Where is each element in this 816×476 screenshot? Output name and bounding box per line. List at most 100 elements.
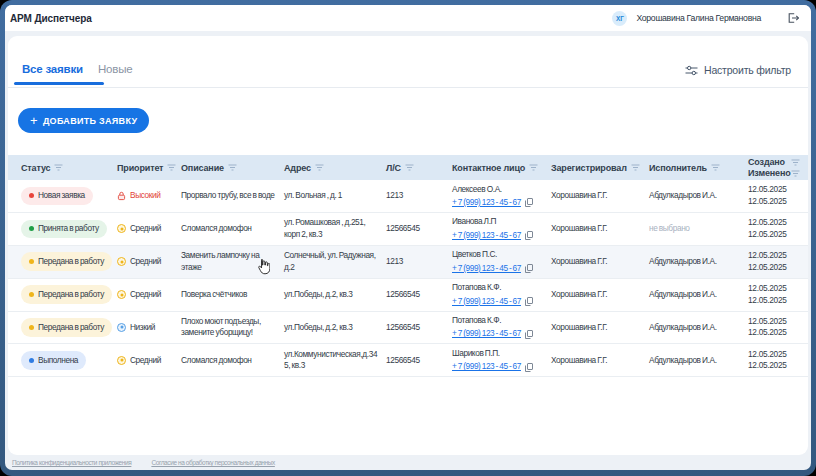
column-header-account[interactable]: Л/С [386,163,452,173]
copy-icon[interactable] [525,231,533,240]
contact-phone-link[interactable]: + 7 (999) 123 - 45 - 67 [452,296,521,307]
contact-cell: Цветков П.С. + 7 (999) 123 - 45 - 67 [452,249,551,274]
priority-medium-icon [117,355,126,365]
contact-cell: Алексеев О.А. + 7 (999) 123 - 45 - 67 [452,184,551,209]
filter-icon [54,164,63,171]
registered-by-cell: Хорошавина Г.Г. [551,190,649,201]
description-cell: Поверка счётчиков [181,289,284,300]
contact-phone-link[interactable]: + 7 (999) 123 - 45 - 67 [452,328,521,339]
filter-icon [791,159,800,166]
dates-cell: 12.05.202512.05.2025 [748,184,802,208]
priority-cell: Средний [117,223,181,234]
modified-date: 12.05.2025 [748,196,796,208]
filter-icon [228,164,237,171]
column-header-status[interactable]: Статус [21,163,117,173]
copy-icon[interactable] [525,198,533,207]
consent-link[interactable]: Согласие на обработку персональных данны… [151,459,274,466]
status-dot [29,259,34,264]
executor-cell: не выбрано [649,223,748,234]
priority-cell: Средний [117,355,181,366]
registered-by-cell: Хорошавина Г.Г. [551,355,649,366]
status-dot [29,292,34,297]
created-date: 12.05.2025 [748,316,796,328]
table-row[interactable]: Передана в работу Средний Поверка счётчи… [8,279,808,312]
user-name: Хорошавина Галина Германовна [636,13,761,23]
executor-cell: Абдулкадыров И.А. [649,289,748,300]
filter-icon [405,164,414,171]
table-row[interactable]: Передана в работу Низкий Плохо моют подъ… [8,312,808,345]
column-header-executor[interactable]: Исполнитель [649,163,748,173]
copy-icon[interactable] [525,297,533,306]
created-date: 12.05.2025 [748,349,796,361]
column-header-contact[interactable]: Контактное лицо [452,163,551,173]
window-frame: АРМ Диспетчера ХГ Хорошавина Галина Герм… [0,0,816,476]
add-request-button[interactable]: + ДОБАВИТЬ ЗАЯВКУ [18,108,149,133]
copy-icon[interactable] [525,363,533,372]
logout-button[interactable] [787,12,799,24]
account-cell: 1213 [386,256,452,267]
executor-cell: Абдулкадыров И.А. [649,355,748,366]
filter-icon [167,164,176,171]
column-header-description[interactable]: Описание [181,163,284,173]
contact-phone-link[interactable]: + 7 (999) 123 - 45 - 67 [452,230,521,241]
priority-label: Средний [130,256,161,267]
app-title: АРМ Диспетчера [10,13,92,24]
priority-medium-icon [117,224,126,234]
filter-icon [711,164,720,171]
table-body: Новая заявка Высокий Прорвало трубу, все… [8,180,808,377]
status-label: Передана в работу [38,256,104,267]
column-header-address[interactable]: Адрес [284,163,386,173]
requests-table: Статус Приоритет Описание Адрес Л/С Конт… [8,155,808,377]
table-header: Статус Приоритет Описание Адрес Л/С Конт… [8,155,808,180]
table-row[interactable]: Новая заявка Высокий Прорвало трубу, все… [8,180,808,213]
privacy-policy-link[interactable]: Политика конфиденциальности приложения [12,459,131,466]
registered-by-cell: Хорошавина Г.Г. [551,289,649,300]
created-date: 12.05.2025 [748,184,796,196]
priority-medium-icon [117,257,126,267]
priority-cell: Средний [117,256,181,267]
table-row[interactable]: Передана в работу Средний Заменить лампо… [8,246,808,279]
dates-cell: 12.05.202512.05.2025 [748,283,802,307]
contact-cell: Потапова К.Ф. + 7 (999) 123 - 45 - 67 [452,315,551,340]
column-header-registered-by[interactable]: Зарегистрировал [551,163,649,173]
contact-phone-link[interactable]: + 7 (999) 123 - 45 - 67 [452,263,521,274]
contact-cell: Потапова К.Ф. + 7 (999) 123 - 45 - 67 [452,282,551,307]
table-row[interactable]: Принята в работу Средний Сломался домофо… [8,213,808,246]
topbar: АРМ Диспетчера ХГ Хорошавина Галина Герм… [5,5,811,31]
tab-new-requests[interactable]: Новые [98,63,132,75]
description-cell: Сломался домофон [181,223,284,234]
contact-name: Потапова К.Ф. [452,315,501,325]
status-cell: Передана в работу [21,318,117,336]
logout-icon [787,12,799,24]
executor-cell: Абдулкадыров И.А. [649,190,748,201]
priority-label: Средний [130,355,161,366]
copy-icon[interactable] [525,264,533,273]
status-badge: Передана в работу [21,285,112,303]
status-cell: Передана в работу [21,252,117,270]
column-header-priority[interactable]: Приоритет [117,163,181,173]
modified-date: 12.05.2025 [748,262,796,274]
priority-medium-icon [117,290,126,300]
app-background: АРМ Диспетчера ХГ Хорошавина Галина Герм… [5,5,811,470]
footer: Политика конфиденциальности приложения С… [5,455,811,470]
status-dot [29,193,34,198]
mouse-cursor [256,258,270,275]
account-cell: 1213 [386,190,452,201]
status-label: Передана в работу [38,322,104,333]
column-header-created-modified[interactable]: Создано Изменено [748,157,804,178]
status-cell: Выполнена [21,351,117,369]
priority-label: Высокий [130,190,160,201]
user-area: ХГ Хорошавина Галина Германовна [612,11,799,26]
tab-all-requests[interactable]: Все заявки [22,63,83,75]
status-badge: Новая заявка [21,187,93,205]
copy-icon[interactable] [525,330,533,339]
modified-date: 12.05.2025 [748,360,796,372]
contact-phone-link[interactable]: + 7 (999) 123 - 45 - 67 [452,361,521,372]
contact-phone-link[interactable]: + 7 (999) 123 - 45 - 67 [452,197,521,208]
status-dot [29,325,34,330]
account-cell: 12566545 [386,322,452,333]
executor-cell: Абдулкадыров И.А. [649,256,748,267]
priority-low-icon [117,322,126,332]
configure-filter-button[interactable]: Настроить фильтр [685,64,791,76]
table-row[interactable]: Выполнена Средний Сломался домофон ул.Ко… [8,344,808,377]
